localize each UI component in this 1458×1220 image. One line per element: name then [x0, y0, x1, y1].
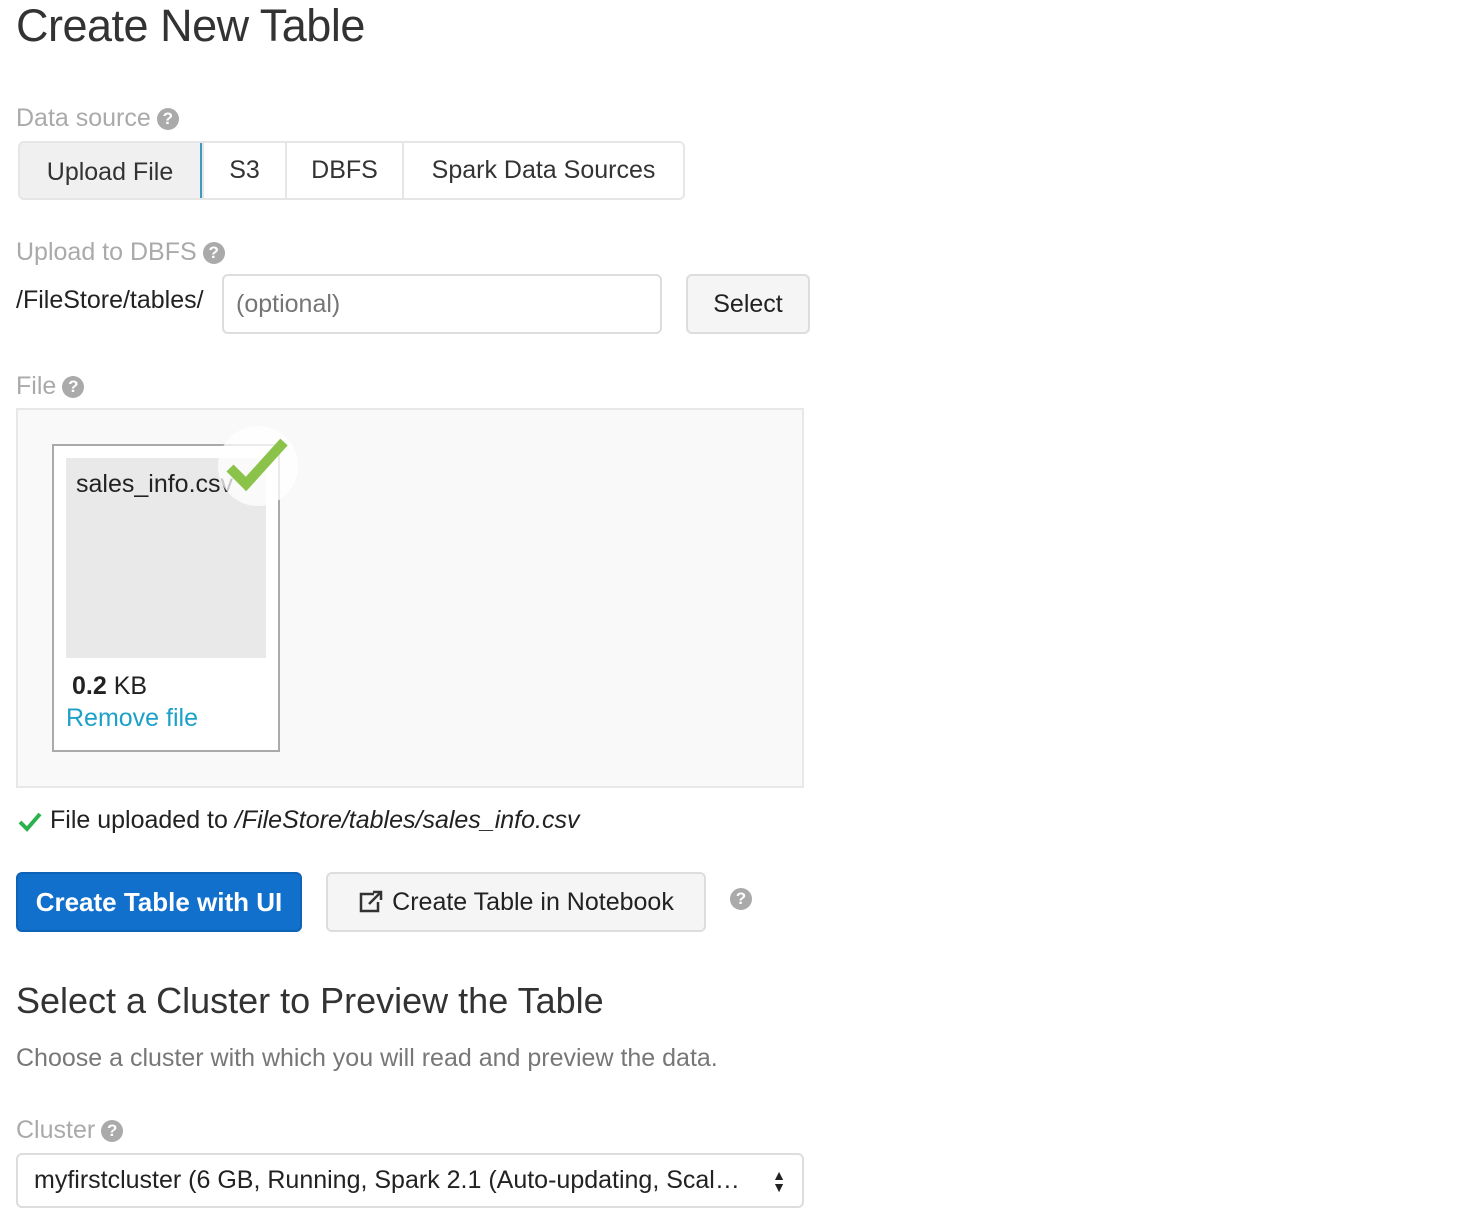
file-size-value: 0.2 [72, 672, 107, 700]
status-text: File uploaded to [50, 806, 235, 834]
cluster-select[interactable]: myfirstcluster (6 GB, Running, Spark 2.1… [16, 1153, 804, 1208]
cluster-label: Cluster ? [16, 1116, 124, 1145]
file-label: File ? [16, 372, 85, 401]
tab-s3[interactable]: S3 [202, 143, 285, 198]
help-icon[interactable]: ? [156, 107, 179, 130]
upload-success-check-icon [218, 426, 298, 506]
help-icon[interactable]: ? [730, 888, 752, 910]
remove-file-link[interactable]: Remove file [66, 704, 198, 733]
upload-status: File uploaded to /FileStore/tables/sales… [18, 806, 579, 835]
file-size-unit: KB [113, 672, 148, 700]
help-icon[interactable]: ? [101, 1119, 124, 1142]
cluster-section-heading: Select a Cluster to Preview the Table [16, 980, 604, 1021]
status-path: /FileStore/tables/sales_info.csv [234, 806, 580, 834]
select-button[interactable]: Select [686, 274, 810, 334]
data-source-tabs: Upload File S3 DBFS Spark Data Sources [18, 141, 685, 200]
create-table-in-notebook-button[interactable]: Create Table in Notebook [326, 872, 706, 932]
file-size: 0.2 KB [72, 672, 147, 701]
cluster-selected-value: myfirstcluster (6 GB, Running, Spark 2.1… [34, 1166, 740, 1194]
data-source-label: Data source ? [16, 104, 179, 133]
select-arrows-icon: ▲ ▼ [772, 1166, 786, 1195]
create-table-with-ui-button[interactable]: Create Table with UI [16, 872, 302, 932]
data-source-label-text: Data source [16, 104, 151, 132]
tab-spark-data-sources[interactable]: Spark Data Sources [402, 143, 683, 198]
help-icon[interactable]: ? [202, 241, 225, 264]
path-prefix: /FileStore/tables/ [16, 286, 204, 314]
cluster-label-text: Cluster [16, 1116, 96, 1144]
external-link-icon [359, 890, 383, 913]
file-label-text: File [16, 372, 57, 400]
upload-to-dbfs-label: Upload to DBFS ? [16, 238, 225, 267]
page-title: Create New Table [16, 0, 365, 51]
create-notebook-label: Create Table in Notebook [392, 887, 674, 916]
check-icon [18, 812, 42, 832]
tab-dbfs[interactable]: DBFS [285, 143, 402, 198]
help-icon[interactable]: ? [62, 375, 85, 398]
tab-upload-file[interactable]: Upload File [20, 143, 202, 198]
cluster-section-description: Choose a cluster with which you will rea… [16, 1044, 718, 1072]
dbfs-path-input[interactable] [222, 274, 662, 334]
file-name: sales_info.csv [76, 470, 234, 498]
upload-to-dbfs-label-text: Upload to DBFS [16, 238, 197, 266]
